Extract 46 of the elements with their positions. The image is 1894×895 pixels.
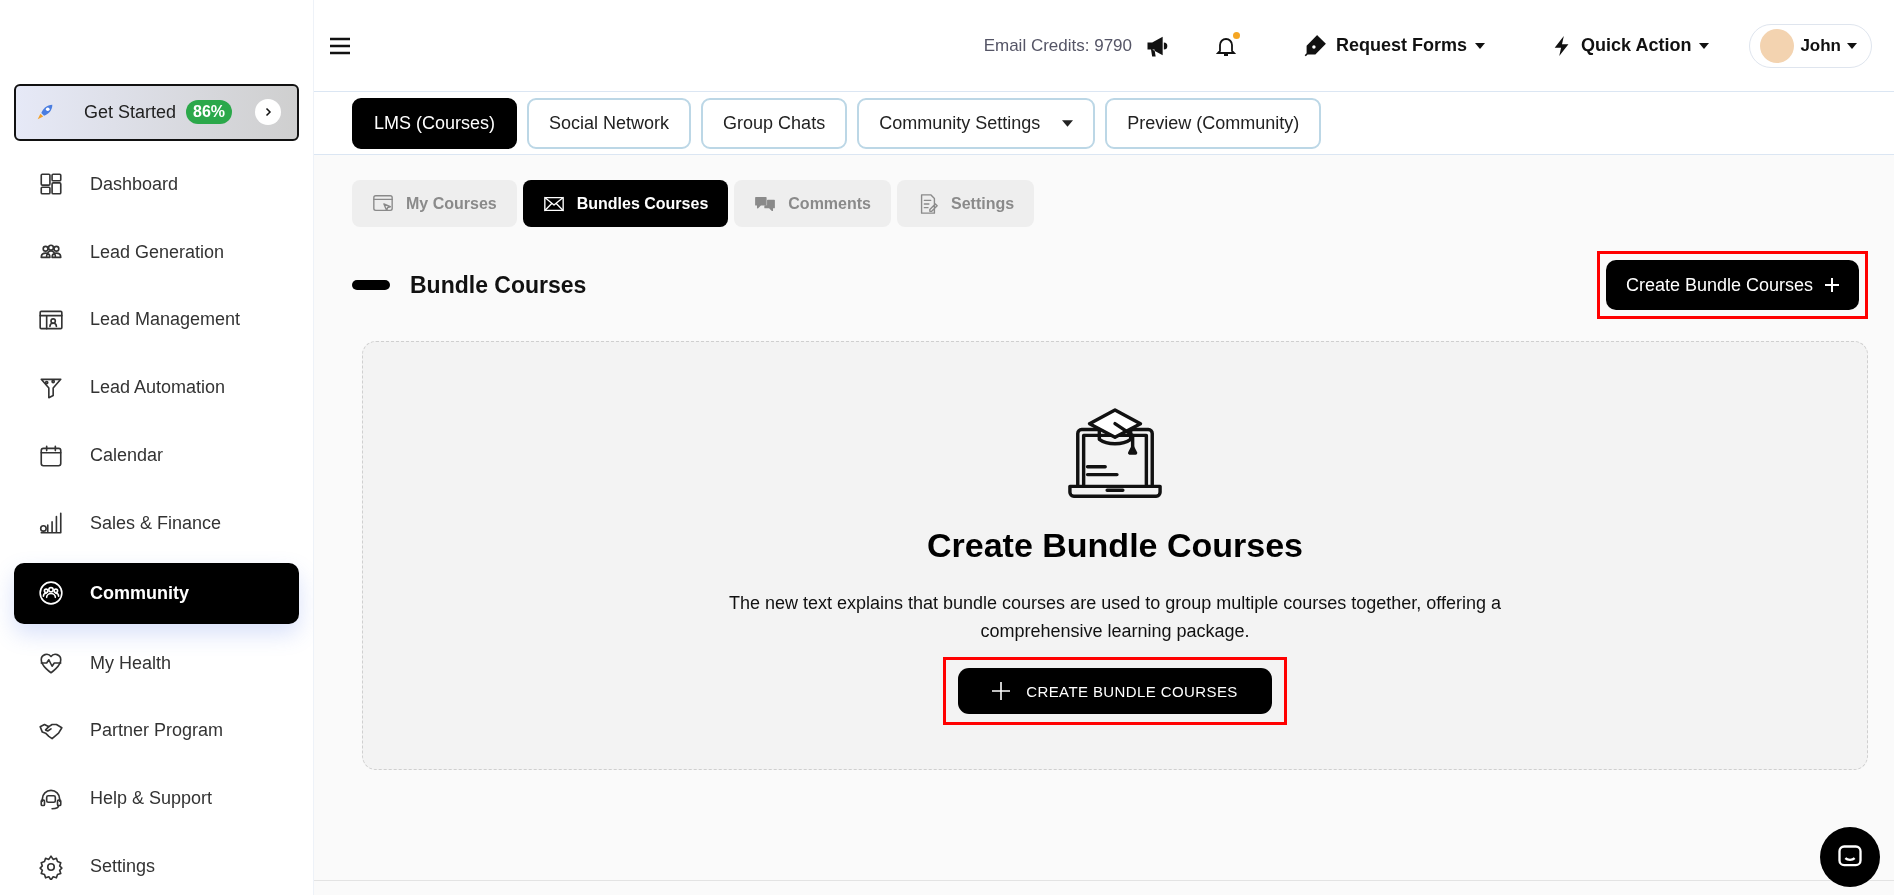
sidebar-item[interactable]: Lead Automation (14, 359, 299, 417)
empty-state-title: Create Bundle Courses (927, 526, 1303, 565)
sidebar-item[interactable]: Dashboard (14, 155, 299, 213)
sidebar-item[interactable]: Settings (14, 838, 299, 895)
plus-icon (1825, 278, 1839, 292)
people-circle-icon (38, 580, 64, 607)
chat-launcher-button[interactable] (1820, 827, 1880, 887)
sidebar-item[interactable]: Help & Support (14, 770, 299, 828)
tab[interactable]: Preview (Community) (1105, 98, 1322, 149)
notification-bell-icon[interactable] (1214, 33, 1238, 58)
create-bundle-button[interactable]: CREATE BUNDLE COURSES (958, 668, 1272, 714)
tab[interactable]: Group Chats (701, 98, 848, 149)
grid-icon (38, 171, 64, 198)
request-forms-dropdown[interactable]: Request Forms (1302, 32, 1486, 59)
email-credits: Email Credits: 9790 (983, 35, 1132, 56)
sub-tab[interactable]: Bundles Courses (522, 180, 729, 227)
quick-action-dropdown[interactable]: Quick Action (1551, 32, 1710, 59)
create-bundle-button[interactable]: Create Bundle Courses (1605, 260, 1859, 310)
sidebar-item[interactable]: Sales & Finance (14, 495, 299, 552)
chevron-right-icon[interactable] (255, 99, 281, 126)
section-title: Bundle Courses (410, 271, 587, 299)
menu-icon[interactable] (328, 35, 352, 56)
sidebar-item[interactable]: Partner Program (14, 702, 299, 760)
gear-icon (38, 853, 64, 880)
calendar-icon (38, 442, 64, 469)
sidebar-item[interactable]: Calendar (14, 427, 299, 485)
user-menu[interactable]: John (1749, 23, 1872, 68)
caret-icon (1699, 42, 1710, 49)
sidebar-item[interactable]: Lead Generation (14, 223, 299, 281)
get-started-label: Get Started (84, 101, 177, 123)
tab[interactable]: Social Network (527, 98, 692, 149)
caret-icon (1062, 120, 1074, 127)
sidebar-item[interactable]: Community (14, 562, 299, 624)
plus-icon (992, 682, 1011, 700)
heading-accent-bar (352, 280, 390, 290)
sidebar-item[interactable]: My Health (14, 634, 299, 692)
tab[interactable]: Community Settings (857, 98, 1096, 149)
tab[interactable]: LMS (Courses) (352, 98, 518, 149)
progress-badge: 86% (186, 100, 233, 125)
get-started-button[interactable]: Get Started 86% (14, 84, 299, 141)
empty-state-description: The new text explains that bundle courses are used to group multiple courses together, offering a comprehensive learning package. (727, 592, 1503, 643)
caret-icon (1475, 42, 1486, 49)
pen-nib-icon (1302, 32, 1328, 59)
sidebar-item[interactable]: Lead Management (14, 291, 299, 349)
bar-chart-icon (38, 510, 64, 537)
caret-icon (1847, 42, 1857, 49)
